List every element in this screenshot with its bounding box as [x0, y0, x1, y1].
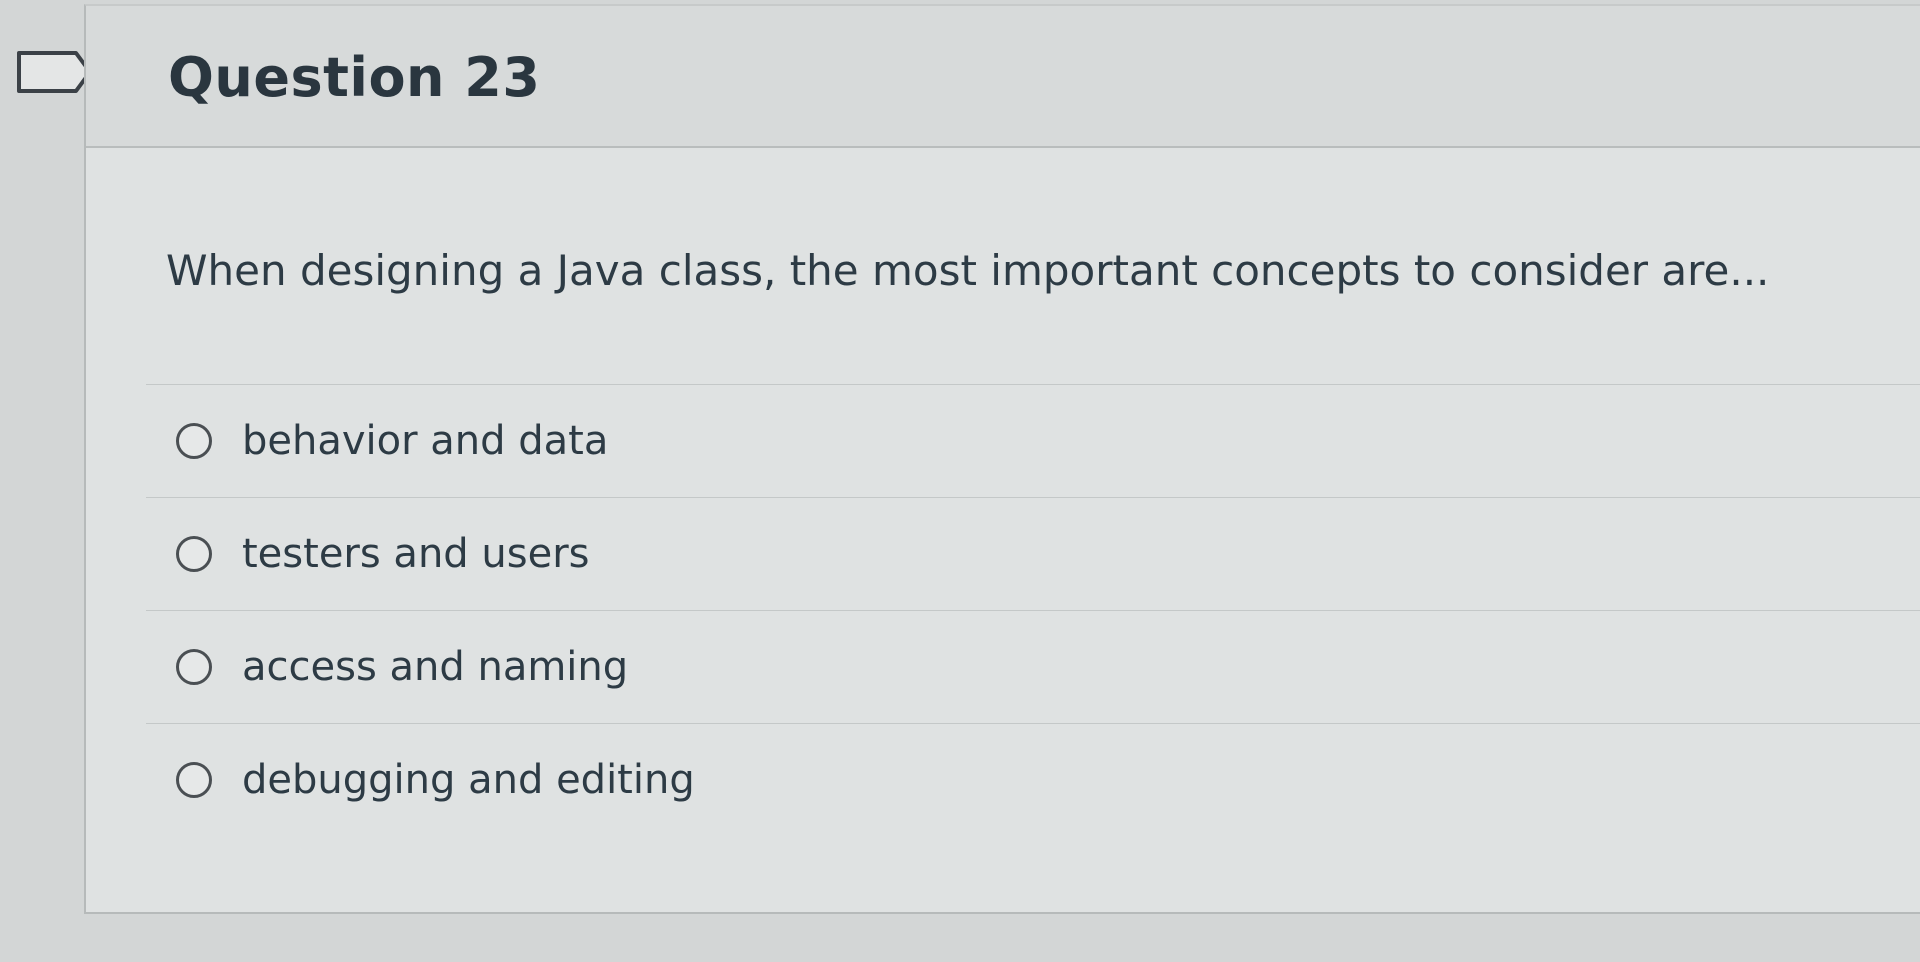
question-header: Question 23: [86, 6, 1920, 148]
question-card: Question 23 When designing a Java class,…: [84, 4, 1920, 914]
radio-unselected-icon[interactable]: [176, 536, 212, 572]
answer-label: behavior and data: [242, 418, 609, 464]
question-text: When designing a Java class, the most im…: [166, 246, 1770, 295]
radio-unselected-icon[interactable]: [176, 423, 212, 459]
answer-option-1[interactable]: behavior and data: [146, 384, 1920, 497]
radio-unselected-icon[interactable]: [176, 762, 212, 798]
flag-question-icon[interactable]: [16, 50, 94, 94]
answer-label: testers and users: [242, 531, 590, 577]
answer-option-4[interactable]: debugging and editing: [146, 723, 1920, 836]
answer-label: access and naming: [242, 644, 629, 690]
radio-unselected-icon[interactable]: [176, 649, 212, 685]
answer-label: debugging and editing: [242, 757, 695, 803]
answer-option-2[interactable]: testers and users: [146, 497, 1920, 610]
answer-option-3[interactable]: access and naming: [146, 610, 1920, 723]
answer-list: behavior and data testers and users acce…: [146, 384, 1920, 836]
question-title: Question 23: [168, 46, 541, 109]
